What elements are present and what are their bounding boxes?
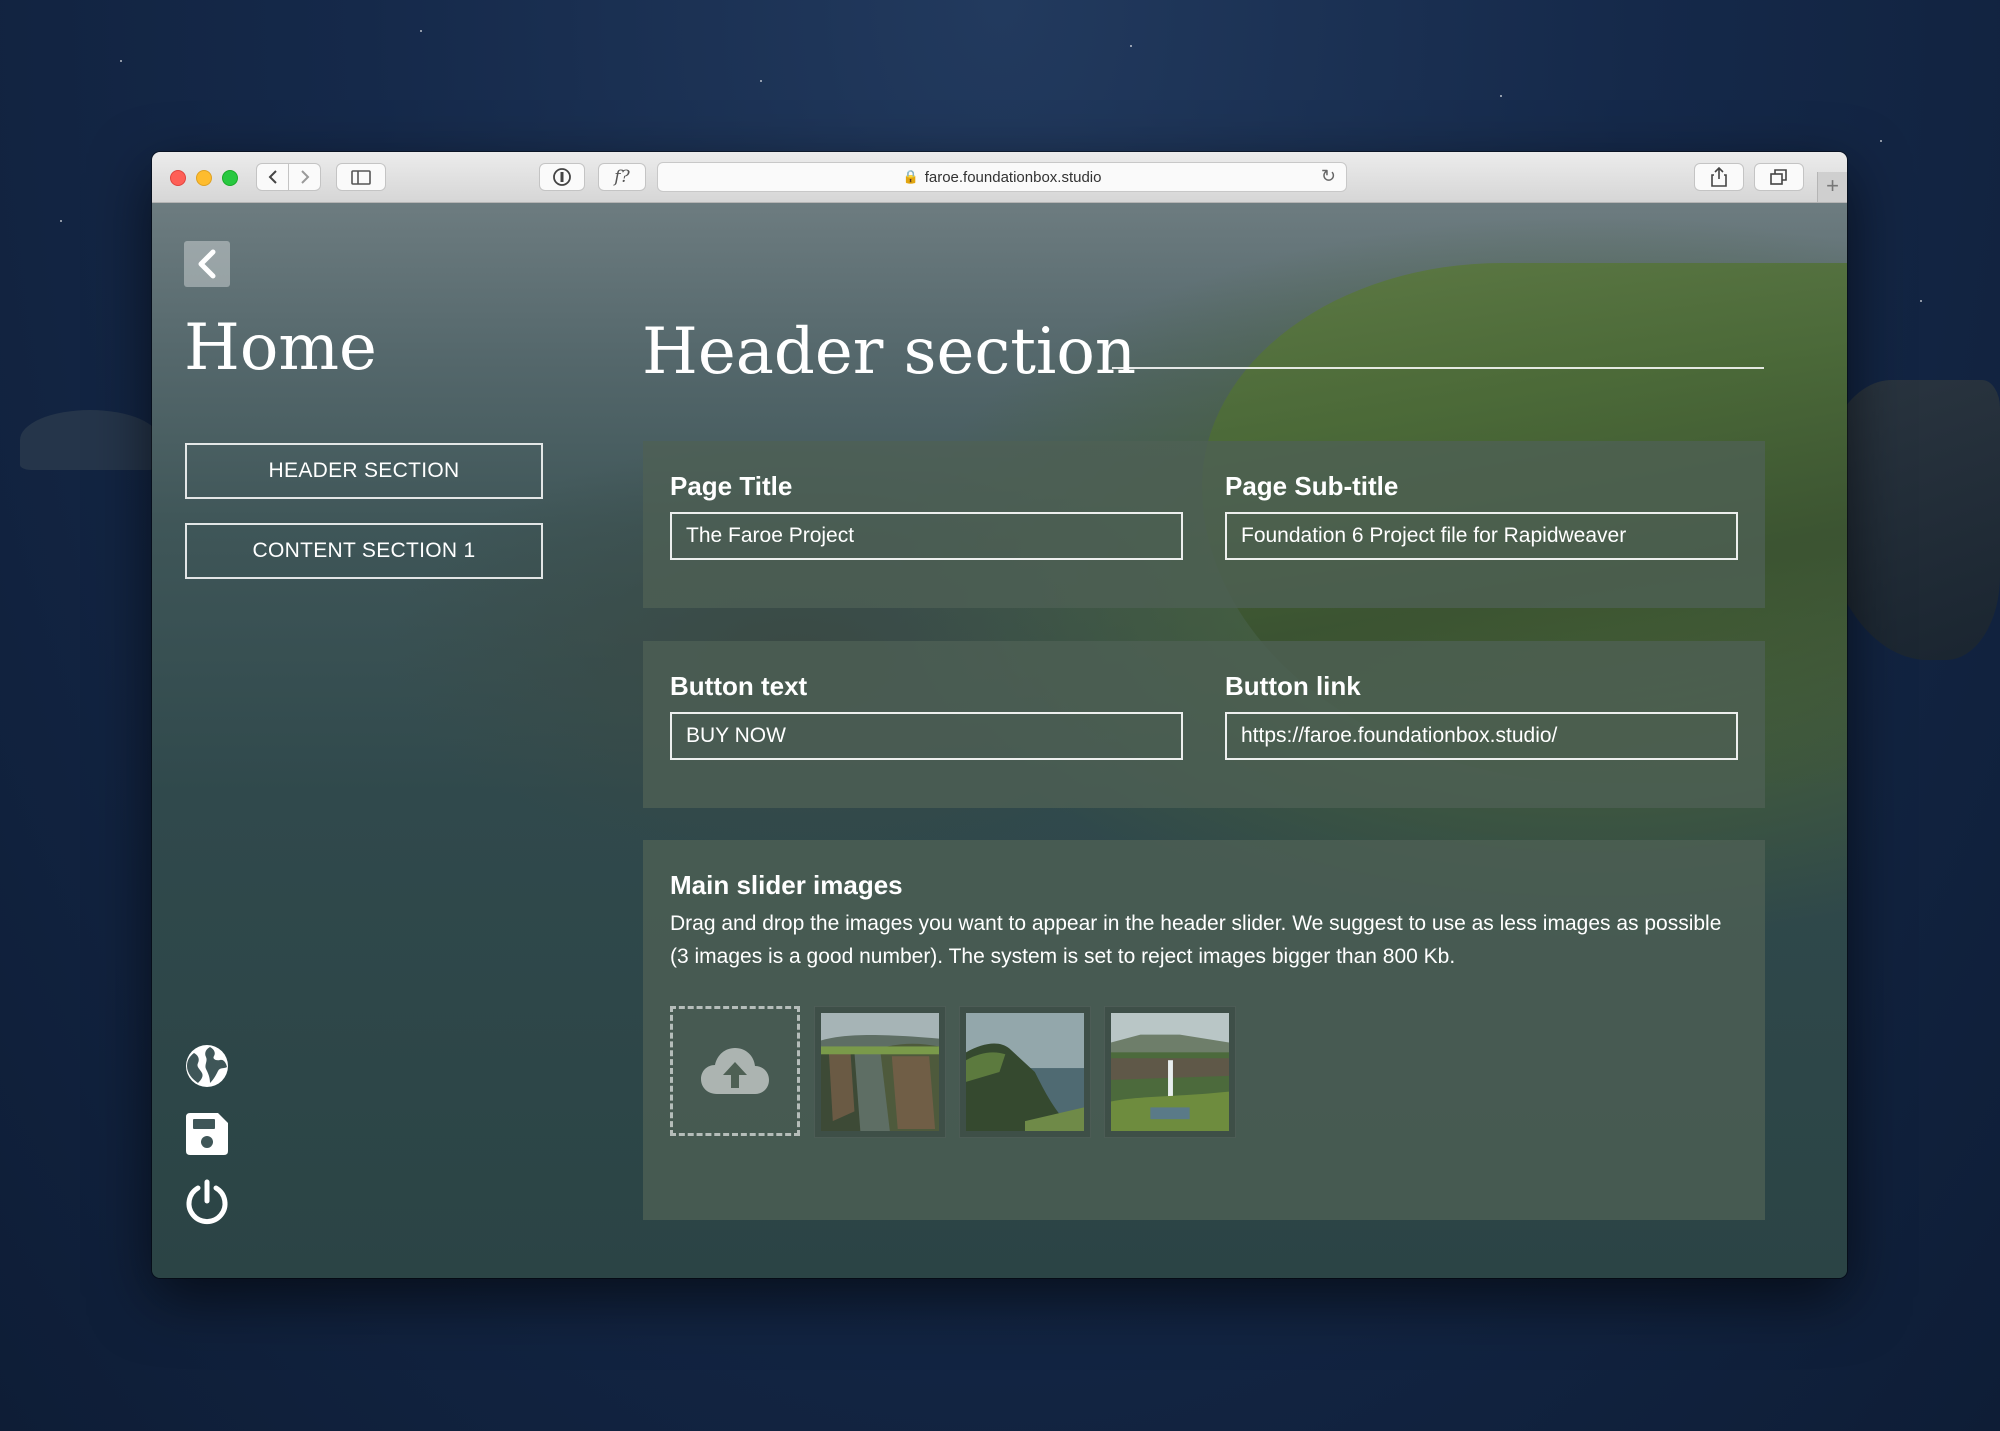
back-button[interactable]: [184, 241, 230, 287]
share-button[interactable]: [1694, 163, 1744, 191]
browser-window: f? 🔒 faroe.foundationbox.studio ↻ + Home…: [152, 152, 1847, 1278]
reader-extension-button[interactable]: f?: [598, 163, 646, 191]
page-content: Home HEADER SECTION CONTENT SECTION 1 He…: [152, 203, 1847, 1278]
forward-nav-button[interactable]: [288, 163, 321, 191]
password-icon: [553, 168, 571, 186]
page-subtitle-input[interactable]: Foundation 6 Project file for Rapidweave…: [1225, 512, 1738, 560]
password-manager-button[interactable]: [539, 163, 585, 191]
button-panel: Button text BUY NOW Button link https://…: [643, 641, 1765, 808]
chevron-right-icon: [300, 170, 309, 184]
lock-icon: 🔒: [902, 169, 919, 184]
slider-description: Drag and drop the images you want to app…: [670, 912, 1722, 968]
url-text: faroe.foundationbox.studio: [924, 168, 1102, 186]
sidebar-title: Home: [184, 311, 377, 385]
tabs-overview-button[interactable]: [1754, 163, 1804, 191]
share-icon: [1711, 167, 1727, 187]
slider-panel: Main slider images Drag and drop the ima…: [643, 840, 1765, 1220]
page-title-label: Page Title: [670, 471, 793, 501]
slider-image-thumbnail[interactable]: [814, 1006, 946, 1138]
cliff-photo-image: [821, 1013, 939, 1131]
reload-icon[interactable]: ↻: [1321, 166, 1336, 187]
title-panel: Page Title The Faroe Project Page Sub-ti…: [643, 441, 1765, 608]
page-subtitle-label: Page Sub-title: [1225, 471, 1399, 501]
button-text-input[interactable]: BUY NOW: [670, 712, 1183, 760]
button-text-label: Button text: [670, 671, 808, 701]
upload-dropzone[interactable]: [670, 1006, 800, 1136]
sidebar-icon: [351, 169, 371, 185]
tabs-icon: [1770, 169, 1787, 185]
button-link-label: Button link: [1225, 671, 1361, 701]
title-divider: [1112, 367, 1764, 369]
save-icon[interactable]: [184, 1111, 230, 1157]
slider-image-thumbnail[interactable]: [1104, 1006, 1236, 1138]
slider-label: Main slider images: [670, 870, 903, 900]
new-tab-button[interactable]: +: [1817, 172, 1847, 202]
zoom-window-button[interactable]: [222, 170, 238, 186]
section-title: Header section: [642, 315, 1137, 389]
slider-image-thumbnail[interactable]: [959, 1006, 1091, 1138]
nav-header-section[interactable]: HEADER SECTION: [185, 443, 543, 499]
nav-content-section-1[interactable]: CONTENT SECTION 1: [185, 523, 543, 579]
chevron-left-icon: [198, 249, 216, 279]
button-link-input[interactable]: https://faroe.foundationbox.studio/: [1225, 712, 1738, 760]
power-icon[interactable]: [184, 1179, 230, 1225]
address-bar[interactable]: 🔒 faroe.foundationbox.studio ↻: [657, 162, 1347, 192]
minimize-window-button[interactable]: [196, 170, 212, 186]
globe-icon[interactable]: [184, 1043, 230, 1089]
waterfall-photo-image: [1111, 1013, 1229, 1131]
browser-toolbar: f? 🔒 faroe.foundationbox.studio ↻ +: [152, 152, 1847, 203]
back-nav-button[interactable]: [256, 163, 289, 191]
page-title-input[interactable]: The Faroe Project: [670, 512, 1183, 560]
chevron-left-icon: [268, 170, 277, 184]
cloud-upload-icon: [701, 1048, 769, 1094]
sidebar-toggle-button[interactable]: [336, 163, 386, 191]
close-window-button[interactable]: [170, 170, 186, 186]
coast-photo-image: [966, 1013, 1084, 1131]
